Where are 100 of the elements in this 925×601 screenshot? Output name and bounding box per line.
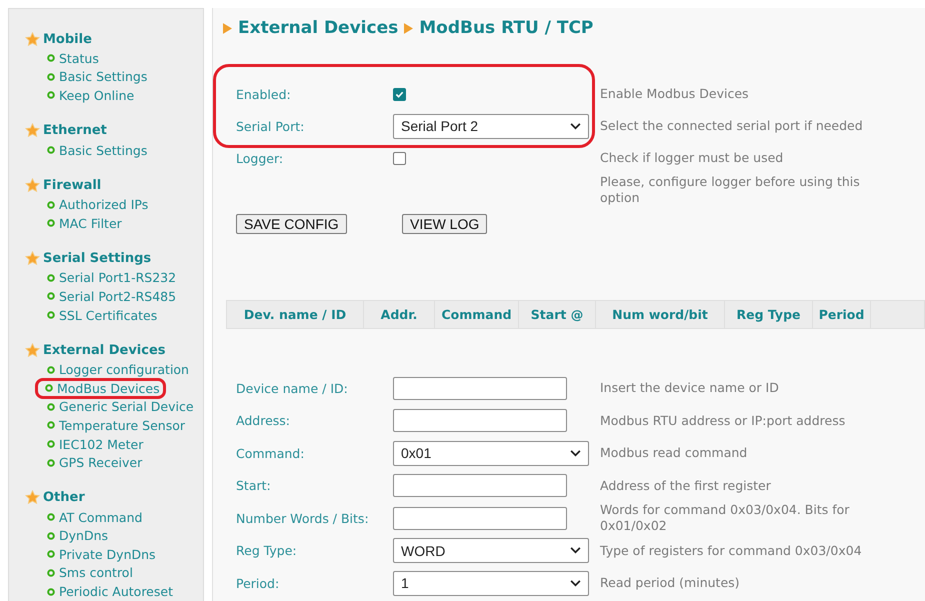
column-header: Num word/bit bbox=[596, 301, 725, 328]
bullet-icon bbox=[47, 550, 55, 558]
bullet-icon bbox=[47, 421, 55, 430]
field-label: Device name / ID: bbox=[236, 380, 349, 396]
field-description: Type of registers for command 0x03/0x04 bbox=[600, 542, 863, 559]
bullet-icon bbox=[47, 54, 55, 62]
column-header: Dev. name / ID bbox=[227, 301, 364, 328]
sidebar-link[interactable]: Basic Settings bbox=[45, 140, 150, 160]
field-label: Serial Port: bbox=[236, 118, 306, 134]
action-button[interactable]: SAVE CONFIG bbox=[236, 214, 347, 234]
chevron-down-icon bbox=[570, 580, 581, 587]
bullet-icon bbox=[47, 402, 55, 411]
sidebar-link[interactable]: Periodic Autoreset bbox=[45, 582, 175, 601]
sidebar-link[interactable]: GPS Receiver bbox=[45, 453, 144, 472]
input-field[interactable] bbox=[393, 409, 567, 432]
bullet-icon bbox=[47, 458, 55, 467]
field-description: Read period (minutes) bbox=[600, 575, 741, 592]
column-header: Command bbox=[435, 301, 519, 328]
bullet-icon bbox=[47, 568, 55, 577]
breadcrumb-item: External Devices bbox=[238, 18, 398, 38]
sidebar-link[interactable]: Serial Port1-RS232 bbox=[45, 268, 178, 288]
field-description: Modbus RTU address or IP:port address bbox=[600, 412, 846, 429]
star-icon bbox=[25, 251, 40, 266]
bullet-icon bbox=[47, 200, 55, 209]
sidebar-link[interactable]: Basic Settings bbox=[45, 68, 150, 86]
select-field[interactable]: Serial Port 2 bbox=[393, 114, 589, 138]
bullet-icon bbox=[47, 440, 55, 448]
action-button[interactable]: VIEW LOG bbox=[402, 214, 488, 234]
bullet-icon bbox=[47, 72, 55, 81]
field-description: Insert the device name or ID bbox=[600, 380, 780, 396]
bullet-icon bbox=[47, 513, 55, 522]
sidebar-link[interactable]: Private DynDns bbox=[45, 545, 158, 564]
select-field[interactable]: 0x01 bbox=[393, 440, 589, 466]
sidebar-link[interactable]: Logger configuration bbox=[45, 360, 191, 379]
sidebar-link[interactable]: Generic Serial Device bbox=[45, 398, 196, 416]
field-description: Modbus read command bbox=[600, 445, 748, 462]
star-icon bbox=[25, 342, 40, 358]
star-icon bbox=[25, 490, 40, 506]
bullet-icon bbox=[47, 311, 55, 320]
select-field[interactable]: WORD bbox=[393, 538, 589, 564]
field-label: Reg Type: bbox=[236, 543, 298, 558]
field-description: Enable Modbus Devices bbox=[600, 86, 750, 102]
field-label: Start: bbox=[236, 478, 272, 494]
column-header: Addr. bbox=[364, 301, 435, 328]
sidebar-link[interactable]: Temperature Sensor bbox=[45, 416, 188, 435]
sidebar-link[interactable]: MAC Filter bbox=[45, 214, 124, 233]
field-description: Address of the first register bbox=[600, 478, 772, 494]
field-label: Enabled: bbox=[236, 86, 292, 102]
sidebar-link[interactable]: IEC102 Meter bbox=[45, 434, 146, 454]
field-label: Command: bbox=[236, 446, 306, 461]
field-label: Period: bbox=[236, 576, 280, 591]
star-icon bbox=[25, 123, 40, 138]
checkbox[interactable] bbox=[393, 152, 406, 164]
column-header: Period bbox=[813, 301, 871, 328]
checkbox[interactable] bbox=[393, 88, 406, 100]
section-title: External Devices bbox=[43, 342, 166, 358]
sidebar-link[interactable]: ModBus Devices bbox=[35, 378, 166, 399]
bullet-icon bbox=[47, 366, 55, 374]
section-title: Serial Settings bbox=[43, 251, 152, 266]
section-title: Ethernet bbox=[43, 123, 107, 138]
bullet-icon bbox=[47, 91, 55, 100]
column-header: Start @ bbox=[519, 301, 596, 328]
column-header: Reg Type bbox=[725, 301, 813, 328]
sidebar-link[interactable]: Keep Online bbox=[45, 86, 136, 105]
field-label: Number Words / Bits: bbox=[236, 510, 370, 526]
input-field[interactable] bbox=[393, 376, 567, 400]
sidebar-link[interactable]: Serial Port2-RS485 bbox=[45, 287, 178, 306]
section-title: Firewall bbox=[43, 178, 102, 193]
bullet-icon bbox=[47, 274, 55, 282]
sidebar-link[interactable]: DynDns bbox=[45, 526, 110, 546]
field-label: Logger: bbox=[236, 150, 284, 166]
select-field[interactable]: 1 bbox=[393, 570, 589, 596]
input-field[interactable] bbox=[393, 506, 567, 530]
sidebar-link[interactable]: Status bbox=[45, 49, 101, 68]
field-description: Select the connected serial port if needed bbox=[600, 118, 864, 134]
field-description: Words for command 0x03/0x04. Bits for 0x01/0x02 bbox=[600, 502, 850, 534]
bullet-icon bbox=[45, 384, 53, 392]
sidebar-link[interactable]: AT Command bbox=[45, 508, 144, 526]
bullet-icon bbox=[47, 146, 55, 154]
input-field[interactable] bbox=[393, 474, 567, 498]
breadcrumb-item: ModBus RTU / TCP bbox=[419, 18, 594, 38]
field-description: Check if logger must be used bbox=[600, 150, 784, 166]
sidebar-link[interactable]: SSL Certificates bbox=[45, 306, 160, 324]
field-label: Address: bbox=[236, 413, 291, 428]
chevron-down-icon bbox=[570, 547, 581, 554]
bullet-icon bbox=[47, 292, 55, 300]
bullet-icon bbox=[47, 219, 55, 228]
star-icon bbox=[25, 32, 40, 46]
star-icon bbox=[25, 178, 40, 193]
section-title: Mobile bbox=[43, 32, 92, 46]
chevron-down-icon bbox=[570, 122, 581, 130]
section-title: Other bbox=[43, 490, 85, 506]
sidebar-link[interactable]: Sms control bbox=[45, 564, 135, 582]
bullet-icon bbox=[47, 588, 55, 596]
arrow-right-icon bbox=[223, 22, 232, 34]
sidebar-link[interactable]: Authorized IPs bbox=[45, 195, 150, 214]
bullet-icon bbox=[47, 532, 55, 540]
arrow-right-icon bbox=[404, 22, 414, 34]
chevron-down-icon bbox=[570, 450, 581, 457]
field-description: Please, configure logger before using this option bbox=[600, 174, 861, 206]
